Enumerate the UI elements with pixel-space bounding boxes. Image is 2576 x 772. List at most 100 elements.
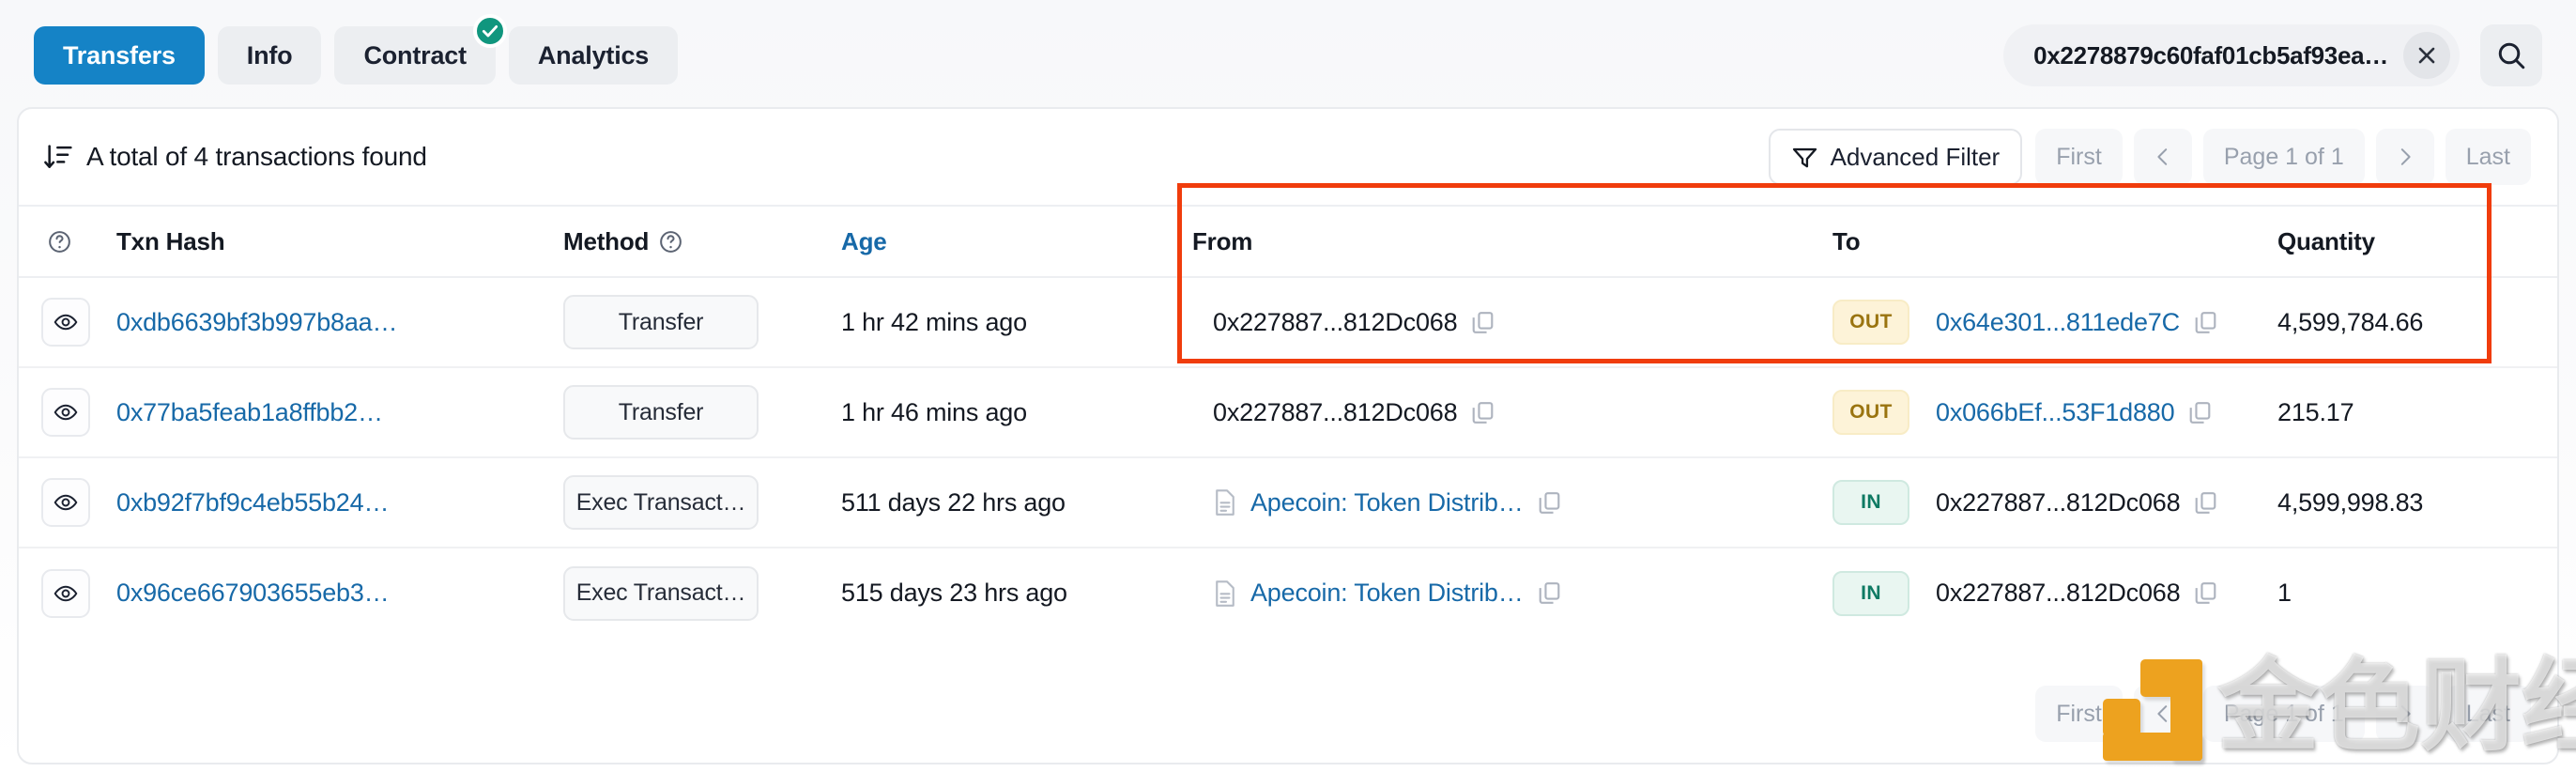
age-cell: 511 days 22 hrs ago bbox=[841, 457, 1192, 548]
pagination-page-label: Page 1 of 1 bbox=[2223, 143, 2344, 170]
method-badge[interactable]: Transfer bbox=[563, 385, 759, 440]
txn-hash-cell: 0xb92f7bf9c4eb55b24… bbox=[116, 457, 563, 548]
method-badge[interactable]: Exec Transact… bbox=[563, 475, 759, 530]
pagination-last-button[interactable]: Last bbox=[2445, 129, 2531, 185]
pagination-page-indicator[interactable]: Page 1 of 1 bbox=[2202, 686, 2365, 742]
app-screen: Transfers Info Contract Analytics 0x2278… bbox=[0, 0, 2576, 772]
to-address: 0x227887...812Dc068 bbox=[1936, 487, 2181, 517]
quantity-cell: 215.17 bbox=[2277, 367, 2557, 458]
status-badge: IN bbox=[1832, 480, 1909, 525]
method-badge[interactable]: Exec Transact… bbox=[563, 565, 759, 621]
from-address: 0x227887...812Dc068 bbox=[1213, 307, 1458, 336]
table-row: 0xdb6639bf3b997b8aa… Transfer 1 hr 42 mi… bbox=[19, 277, 2557, 368]
from-address-link[interactable]: Apecoin: Token Distrib… bbox=[1250, 488, 1524, 517]
chevron-left-icon[interactable] bbox=[2133, 129, 2192, 185]
verified-check-icon bbox=[472, 14, 507, 48]
chevron-left-icon[interactable] bbox=[2133, 686, 2192, 742]
column-header-from-label: From bbox=[1192, 226, 1253, 255]
column-header-select bbox=[19, 205, 116, 278]
table-header-row: Txn Hash Method Age From To Quantity bbox=[19, 205, 2557, 278]
contract-document-icon bbox=[1213, 488, 1237, 517]
column-header-quantity-label: Quantity bbox=[2277, 226, 2375, 255]
txn-hash-cell: 0x77ba5feab1a8ffbb2… bbox=[116, 367, 563, 458]
eye-icon[interactable] bbox=[41, 478, 90, 527]
to-cell: OUT 0x066bEf...53F1d880 bbox=[1832, 367, 2277, 458]
help-circle-icon[interactable] bbox=[47, 229, 72, 255]
close-icon[interactable] bbox=[2403, 32, 2450, 79]
tab-analytics[interactable]: Analytics bbox=[508, 26, 679, 85]
eye-icon[interactable] bbox=[41, 298, 90, 347]
row-select-cell bbox=[19, 548, 116, 638]
help-circle-icon[interactable] bbox=[658, 229, 683, 255]
txn-hash-cell: 0xdb6639bf3b997b8aa… bbox=[116, 277, 563, 368]
status-badge: OUT bbox=[1832, 300, 1909, 345]
tab-bar: Transfers Info Contract Analytics bbox=[34, 14, 679, 85]
eye-icon[interactable] bbox=[41, 388, 90, 437]
column-header-from[interactable]: From bbox=[1192, 205, 1832, 278]
age-cell: 515 days 23 hrs ago bbox=[841, 579, 1067, 607]
transactions-table: Txn Hash Method Age From To Quantity 0xd… bbox=[19, 205, 2557, 638]
tab-info[interactable]: Info bbox=[217, 26, 322, 85]
to-cell: OUT 0x64e301...811ede7C bbox=[1832, 277, 2277, 368]
copy-icon[interactable] bbox=[2193, 310, 2218, 335]
transactions-total: A total of 4 transactions found bbox=[43, 142, 427, 172]
row-select-cell bbox=[19, 457, 116, 548]
from-address-link[interactable]: Apecoin: Token Distrib… bbox=[1250, 579, 1524, 608]
column-header-age[interactable]: Age bbox=[841, 205, 1192, 278]
copy-icon[interactable] bbox=[1537, 580, 1562, 606]
sort-descending-icon[interactable] bbox=[43, 142, 73, 172]
search-icon[interactable] bbox=[2480, 24, 2542, 86]
tab-contract-label: Contract bbox=[363, 40, 467, 69]
pagination-first-button[interactable]: First bbox=[2035, 129, 2123, 185]
pagination-page-indicator[interactable]: Page 1 of 1 bbox=[2202, 129, 2365, 185]
tab-analytics-label: Analytics bbox=[537, 40, 650, 69]
column-header-method-label: Method bbox=[563, 226, 650, 255]
column-header-to-label: To bbox=[1832, 226, 1861, 255]
from-address: 0x227887...812Dc068 bbox=[1213, 397, 1458, 426]
copy-icon[interactable] bbox=[2193, 490, 2218, 516]
eye-icon[interactable] bbox=[41, 568, 90, 618]
column-header-to[interactable]: To bbox=[1832, 205, 2277, 278]
copy-icon[interactable] bbox=[2193, 580, 2218, 606]
method-cell: Transfer bbox=[563, 367, 841, 458]
quantity-cell: 4,599,784.66 bbox=[2277, 277, 2557, 368]
table-row: 0x77ba5feab1a8ffbb2… Transfer 1 hr 46 mi… bbox=[19, 367, 2557, 458]
status-badge: IN bbox=[1832, 570, 1909, 616]
method-badge[interactable]: Transfer bbox=[563, 295, 759, 349]
tab-transfers[interactable]: Transfers bbox=[34, 26, 205, 85]
row-select-cell bbox=[19, 277, 116, 368]
column-header-txn-hash[interactable]: Txn Hash bbox=[116, 205, 563, 278]
copy-icon[interactable] bbox=[1470, 400, 1495, 425]
tab-contract[interactable]: Contract bbox=[334, 14, 507, 85]
pagination-first-label: First bbox=[2056, 143, 2102, 170]
column-header-quantity[interactable]: Quantity bbox=[2277, 205, 2557, 278]
pagination-first-button[interactable]: First bbox=[2035, 686, 2123, 742]
copy-icon[interactable] bbox=[1537, 490, 1562, 516]
to-address-link[interactable]: 0x64e301...811ede7C bbox=[1936, 308, 2180, 337]
search-field[interactable]: 0x2278879c60faf01cb5af93ea… bbox=[2003, 24, 2460, 86]
transfers-card: A total of 4 transactions found Advanced… bbox=[17, 107, 2559, 764]
chevron-right-icon[interactable] bbox=[2375, 686, 2434, 742]
copy-icon[interactable] bbox=[1470, 310, 1495, 335]
column-header-txn-hash-label: Txn Hash bbox=[116, 226, 225, 255]
search-input-value[interactable]: 0x2278879c60faf01cb5af93ea… bbox=[2033, 41, 2388, 70]
chevron-right-icon[interactable] bbox=[2375, 129, 2434, 185]
txn-hash-link[interactable]: 0x77ba5feab1a8ffbb2… bbox=[116, 398, 383, 426]
pagination-bottom: First Page 1 of 1 Last bbox=[19, 665, 2557, 763]
from-cell: 0x227887...812Dc068 bbox=[1192, 277, 1832, 368]
pagination-last-button[interactable]: Last bbox=[2445, 686, 2531, 742]
column-header-method[interactable]: Method bbox=[563, 205, 841, 278]
advanced-filter-button[interactable]: Advanced Filter bbox=[1768, 129, 2023, 185]
txn-hash-link[interactable]: 0xdb6639bf3b997b8aa… bbox=[116, 308, 397, 336]
txn-hash-link[interactable]: 0x96ce667903655eb3… bbox=[116, 579, 390, 607]
pagination-first-label: First bbox=[2056, 700, 2102, 727]
to-address-link[interactable]: 0x066bEf...53F1d880 bbox=[1936, 398, 2175, 427]
from-cell: Apecoin: Token Distrib… bbox=[1192, 457, 1832, 548]
txn-hash-link[interactable]: 0xb92f7bf9c4eb55b24… bbox=[116, 488, 389, 517]
advanced-filter-label: Advanced Filter bbox=[1830, 142, 2001, 171]
copy-icon[interactable] bbox=[2187, 400, 2213, 425]
to-cell: IN 0x227887...812Dc068 bbox=[1832, 548, 2277, 638]
from-cell: 0x227887...812Dc068 bbox=[1192, 367, 1832, 458]
from-cell: Apecoin: Token Distrib… bbox=[1192, 548, 1832, 638]
txn-hash-cell: 0x96ce667903655eb3… bbox=[116, 548, 563, 638]
